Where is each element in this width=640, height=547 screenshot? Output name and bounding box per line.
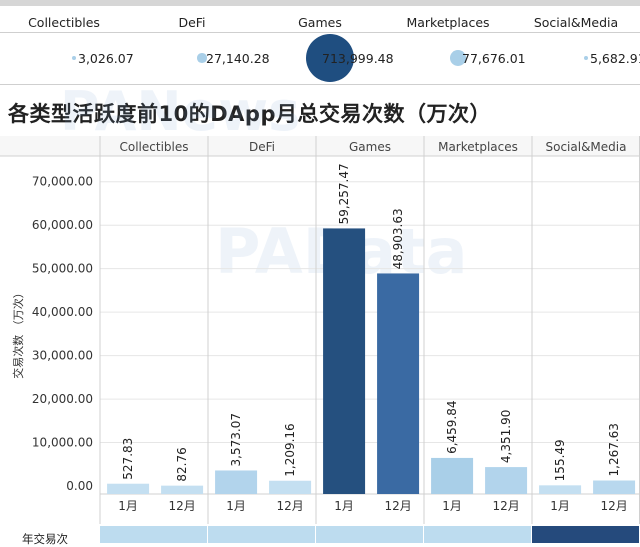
x-tick-label: 12月 [276, 499, 303, 513]
totals-header-defi: DeFi [178, 15, 206, 30]
bar [539, 485, 582, 494]
bar-value-label: 1,209.16 [283, 423, 297, 476]
annual-transactions-cell [316, 526, 423, 543]
bar [269, 480, 312, 494]
facet-label: Marketplaces [438, 140, 518, 154]
y-tick-label: 10,000.00 [32, 436, 93, 450]
total-value: 77,676.01 [462, 51, 526, 66]
x-tick-label: 12月 [384, 499, 411, 513]
total-bubble [583, 55, 589, 61]
facet-header-band [0, 136, 640, 156]
bar [323, 228, 366, 494]
x-tick-label: 1月 [118, 499, 138, 513]
bar-value-label: 59,257.47 [337, 163, 351, 224]
totals-header-social-media: Social&Media [533, 15, 619, 30]
y-tick-label: 20,000.00 [32, 392, 93, 406]
x-tick-label: 12月 [168, 499, 195, 513]
total-value: 27,140.28 [206, 51, 270, 66]
bar-value-label: 1,267.63 [607, 423, 621, 476]
x-tick-label: 1月 [334, 499, 354, 513]
bar-value-label: 4,351.90 [499, 410, 513, 463]
bar-value-label: 48,903.63 [391, 208, 405, 269]
annual-transactions-cell [532, 526, 639, 543]
y-tick-label: 70,000.00 [32, 175, 93, 189]
x-tick-label: 12月 [492, 499, 519, 513]
bar-value-label: 3,573.07 [229, 413, 243, 466]
bar [593, 480, 636, 494]
annual-transactions-cell [100, 526, 207, 543]
bar [161, 485, 204, 494]
totals-header-collectibles: Collectibles [28, 15, 100, 30]
annual-transactions-cell [208, 526, 315, 543]
total-value: 3,026.07 [78, 51, 134, 66]
x-tick-label: 12月 [600, 499, 627, 513]
bar [431, 457, 474, 494]
totals-header-games: Games [298, 15, 342, 30]
totals-table: Collectibles 3,026.07 DeFi 27,140.28 Games 71… [0, 6, 640, 86]
y-tick-label: 30,000.00 [32, 349, 93, 363]
y-tick-label: 60,000.00 [32, 218, 93, 232]
bar-value-label: 82.76 [175, 447, 189, 481]
x-tick-label: 1月 [550, 499, 570, 513]
facet-label: Games [349, 140, 391, 154]
x-tick-label: 1月 [226, 499, 246, 513]
bar [377, 273, 420, 494]
facet-label: DeFi [249, 140, 275, 154]
total-value: 5,682.91 [590, 51, 640, 66]
totals-header-divider [0, 32, 640, 33]
annual-transactions-label: 年交易次 [22, 532, 68, 546]
totals-bottom-divider [0, 84, 640, 85]
y-tick-label: 0.00 [66, 479, 93, 493]
bar-value-label: 527.83 [121, 438, 135, 480]
bar-value-label: 6,459.84 [445, 400, 459, 453]
total-value: 713,999.48 [322, 51, 394, 66]
y-tick-label: 50,000.00 [32, 262, 93, 276]
totals-header-marketplaces: Marketplaces [406, 15, 490, 30]
chart-title: 各类型活跃度前10的DApp月总交易次数（万次） [8, 102, 491, 126]
y-tick-label: 40,000.00 [32, 305, 93, 319]
facet-label: Collectibles [120, 140, 189, 154]
bar [215, 470, 258, 494]
y-axis-title: 交易次数 （万次） [11, 287, 25, 379]
bar-chart: 0.00 10,000.00 20,000.00 30,000.00 40,000.00… [0, 136, 640, 524]
bar [485, 467, 528, 494]
facet-label: Social&Media [546, 140, 627, 154]
x-tick-label: 1月 [442, 499, 462, 513]
bar [107, 483, 150, 494]
total-bubble [72, 56, 76, 60]
annual-transactions-cell [424, 526, 531, 543]
bar-value-label: 155.49 [553, 439, 567, 481]
